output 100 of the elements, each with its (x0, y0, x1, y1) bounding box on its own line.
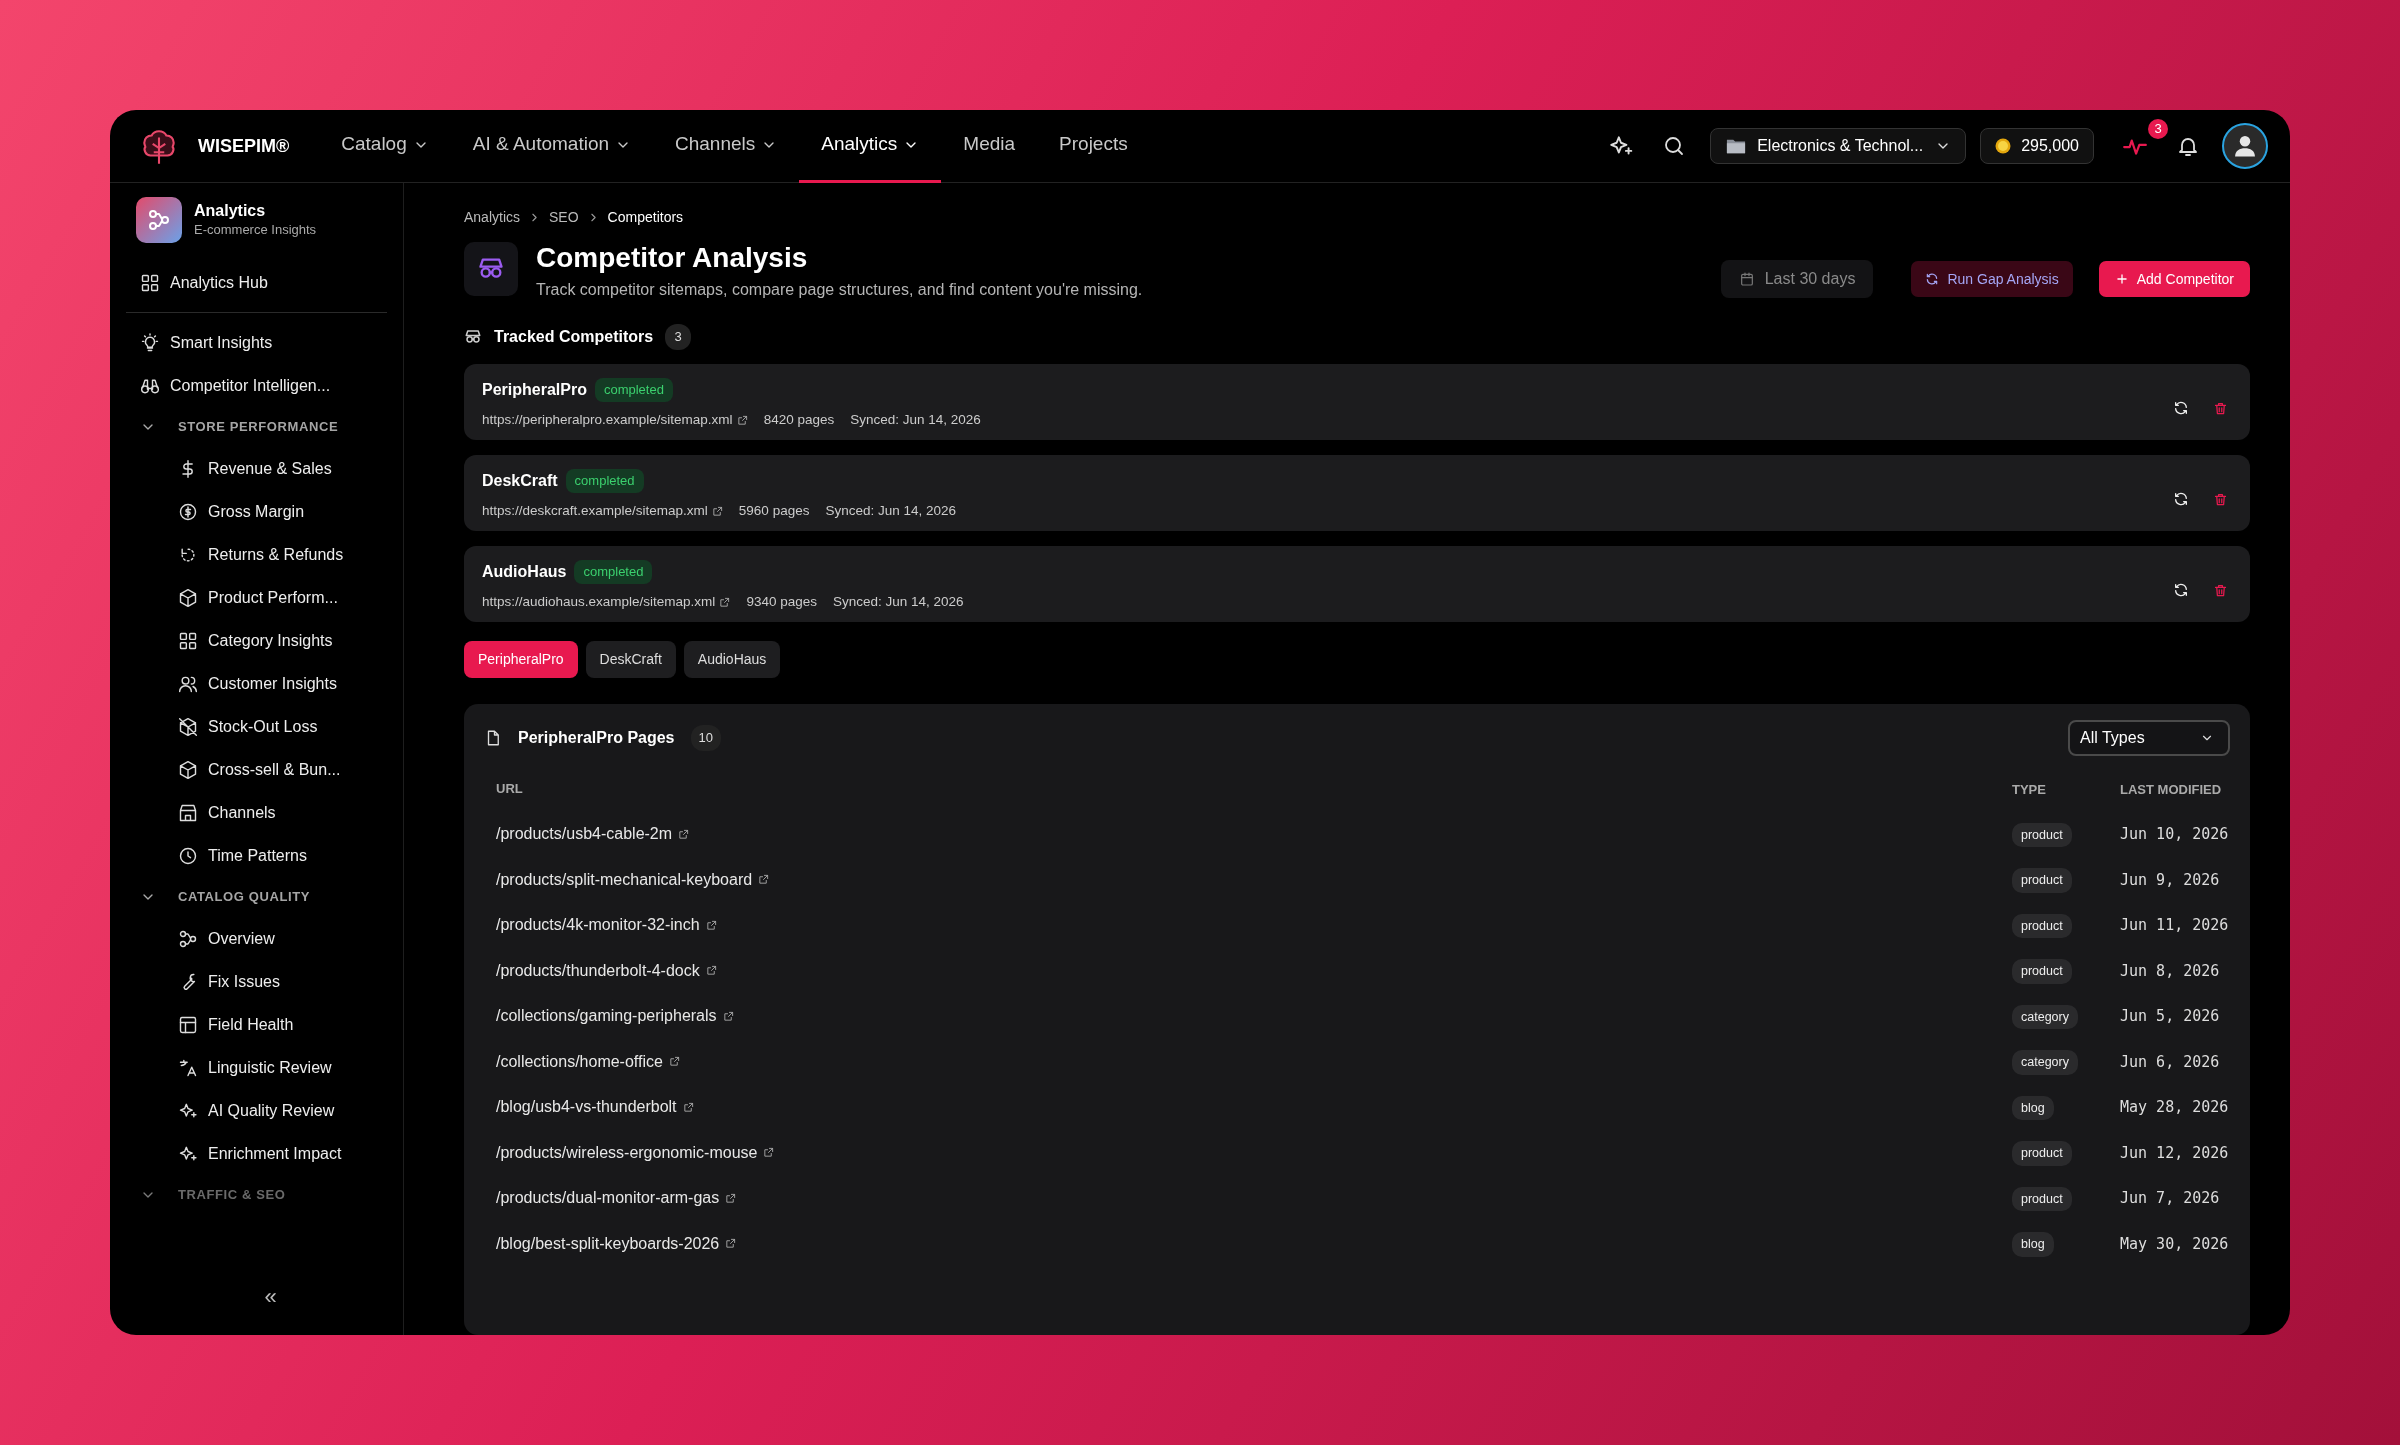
nodes-icon (178, 928, 198, 949)
type-filter-select[interactable]: All Types (2068, 720, 2230, 757)
external-link-icon[interactable] (668, 1056, 680, 1068)
external-link-icon[interactable] (719, 596, 731, 608)
trash-icon[interactable] (2213, 582, 2228, 598)
sidebar-item[interactable]: Stock-Out Loss (126, 705, 387, 748)
refresh-icon[interactable] (2173, 400, 2189, 417)
user-avatar[interactable] (2222, 123, 2268, 169)
page-type-tag: category (2012, 1050, 2078, 1075)
sitemap-link[interactable]: https://audiohaus.example/sitemap.xml (482, 592, 716, 613)
nav-menu-item[interactable]: Channels (653, 110, 800, 183)
grid-icon (178, 630, 198, 651)
nav-menu-item[interactable]: AI & Automation (450, 110, 653, 183)
external-link-icon[interactable] (705, 919, 717, 931)
sidebar-group-header[interactable]: CATALOG QUALITY (126, 877, 387, 917)
sidebar-item[interactable]: Revenue & Sales (126, 447, 387, 490)
competitor-tab[interactable]: PeripheralPro (464, 641, 578, 679)
sidebar-item[interactable]: Analytics Hub (126, 261, 387, 304)
sync-date: Synced: Jun 14, 2026 (832, 593, 964, 612)
external-link-icon[interactable] (763, 1147, 775, 1159)
nav-menu-item[interactable]: Analytics (799, 110, 942, 183)
section-heading: Tracked Competitors (494, 327, 654, 348)
page-url: /products/wireless-ergonomic-mouse (496, 1142, 758, 1163)
page-count: 9340 pages (746, 593, 817, 612)
sidebar-item[interactable]: Smart Insights (126, 321, 387, 364)
page-url: /products/4k-monitor-32-inch (496, 915, 700, 936)
sitemap-link[interactable]: https://deskcraft.example/sitemap.xml (482, 501, 708, 522)
external-link-icon[interactable] (725, 1238, 737, 1250)
column-header: LAST MODIFIED (2120, 781, 2222, 797)
external-link-icon[interactable] (705, 965, 717, 977)
run-analysis-button[interactable]: Run Gap Analysis (1911, 261, 2073, 297)
competitor-tab[interactable]: AudioHaus (683, 641, 781, 679)
sidebar-item[interactable]: Gross Margin (126, 490, 387, 533)
page-type-tag: category (2012, 1004, 2078, 1030)
modified-date: May 28, 2026 (2120, 1098, 2229, 1117)
competitor-name: PeripheralPro (482, 380, 587, 401)
modified-date: Jun 11, 2026 (2120, 916, 2229, 935)
modified-date: Jun 5, 2026 (2120, 1007, 2220, 1026)
add-competitor-button[interactable]: Add Competitor (2098, 261, 2250, 297)
sidebar-item[interactable]: Competitor Intelligen... (126, 364, 387, 407)
sidebar-item[interactable]: AI Quality Review (126, 1089, 387, 1132)
trash-icon[interactable] (2213, 491, 2228, 507)
external-link-icon[interactable] (725, 1192, 737, 1204)
sidebar-item[interactable]: Channels (126, 791, 387, 834)
external-link-icon[interactable] (758, 874, 770, 886)
storefront-icon (178, 802, 198, 823)
breadcrumb-link[interactable]: SEO (549, 207, 579, 228)
refresh-icon[interactable] (2173, 491, 2189, 508)
sidebar-item[interactable]: Cross-sell & Bun... (126, 748, 387, 791)
page-type-tag: blog (2012, 1095, 2054, 1121)
sidebar-item[interactable]: Overview (126, 917, 387, 960)
external-link-icon[interactable] (682, 1101, 694, 1113)
cube-icon (178, 759, 198, 780)
sidebar-item[interactable]: Returns & Refunds (126, 533, 387, 576)
status-badge: completed (594, 378, 673, 402)
sidebar-item[interactable]: Fix Issues (126, 960, 387, 1003)
workspace-selector[interactable]: Electronics & Technol... (1710, 128, 1967, 164)
coin-icon (1995, 138, 2012, 154)
sitemap-link[interactable]: https://peripheralpro.example/sitemap.xml (482, 410, 733, 431)
date-range-picker[interactable]: Last 30 days (1720, 260, 1874, 298)
external-link-icon[interactable] (736, 414, 748, 426)
collapse-sidebar-button[interactable]: « (154, 1280, 387, 1313)
cube-icon (178, 587, 198, 608)
page-url: /products/dual-monitor-arm-gas (496, 1188, 720, 1209)
competitor-tab[interactable]: DeskCraft (585, 641, 676, 679)
sidebar-item[interactable]: Product Perform... (126, 576, 387, 619)
sidebar-group-header[interactable]: STORE PERFORMANCE (126, 407, 387, 447)
page-url: /products/usb4-cable-2m (496, 824, 673, 845)
section-subtitle: E-commerce Insights (194, 220, 317, 239)
lightbulb-icon (140, 332, 160, 353)
external-link-icon[interactable] (722, 1010, 734, 1022)
sidebar-item[interactable]: Time Patterns (126, 834, 387, 877)
section-title: Analytics (194, 200, 267, 220)
count-badge: 10 (690, 725, 721, 752)
refresh-icon (1925, 272, 1940, 286)
page-title: Competitor Analysis (536, 242, 809, 275)
external-link-icon[interactable] (711, 505, 723, 517)
page-url: /collections/home-office (496, 1051, 663, 1072)
sidebar-item[interactable]: Category Insights (126, 619, 387, 662)
nav-menu-item[interactable]: Projects (1037, 110, 1150, 183)
page-type-tag: product (2012, 913, 2072, 939)
page-url: /collections/gaming-peripherals (496, 1006, 717, 1027)
nav-menu-item[interactable]: Catalog (319, 110, 451, 183)
page-url: /products/thunderbolt-4-dock (496, 960, 700, 981)
external-link-icon[interactable] (678, 828, 690, 840)
refresh-icon[interactable] (2173, 582, 2189, 599)
credits-display[interactable]: 295,000 (1980, 128, 2094, 164)
sidebar-item[interactable]: Enrichment Impact (126, 1132, 387, 1175)
trash-icon[interactable] (2213, 400, 2228, 416)
competitor-name: AudioHaus (482, 562, 567, 583)
breadcrumb-link[interactable]: Analytics (464, 207, 521, 228)
page-type-tag: product (2012, 822, 2072, 848)
sidebar-item[interactable]: Customer Insights (126, 662, 387, 705)
sidebar-item[interactable]: Linguistic Review (126, 1046, 387, 1089)
page-type-tag: product (2012, 1186, 2072, 1212)
nav-menu-item[interactable]: Media (941, 110, 1038, 183)
page-type-tag: product (2012, 868, 2072, 893)
sidebar-item[interactable]: Field Health (126, 1003, 387, 1046)
page-url: /blog/usb4-vs-thunderbolt (496, 1097, 677, 1118)
sidebar-group-header[interactable]: TRAFFIC & SEO (126, 1175, 387, 1215)
